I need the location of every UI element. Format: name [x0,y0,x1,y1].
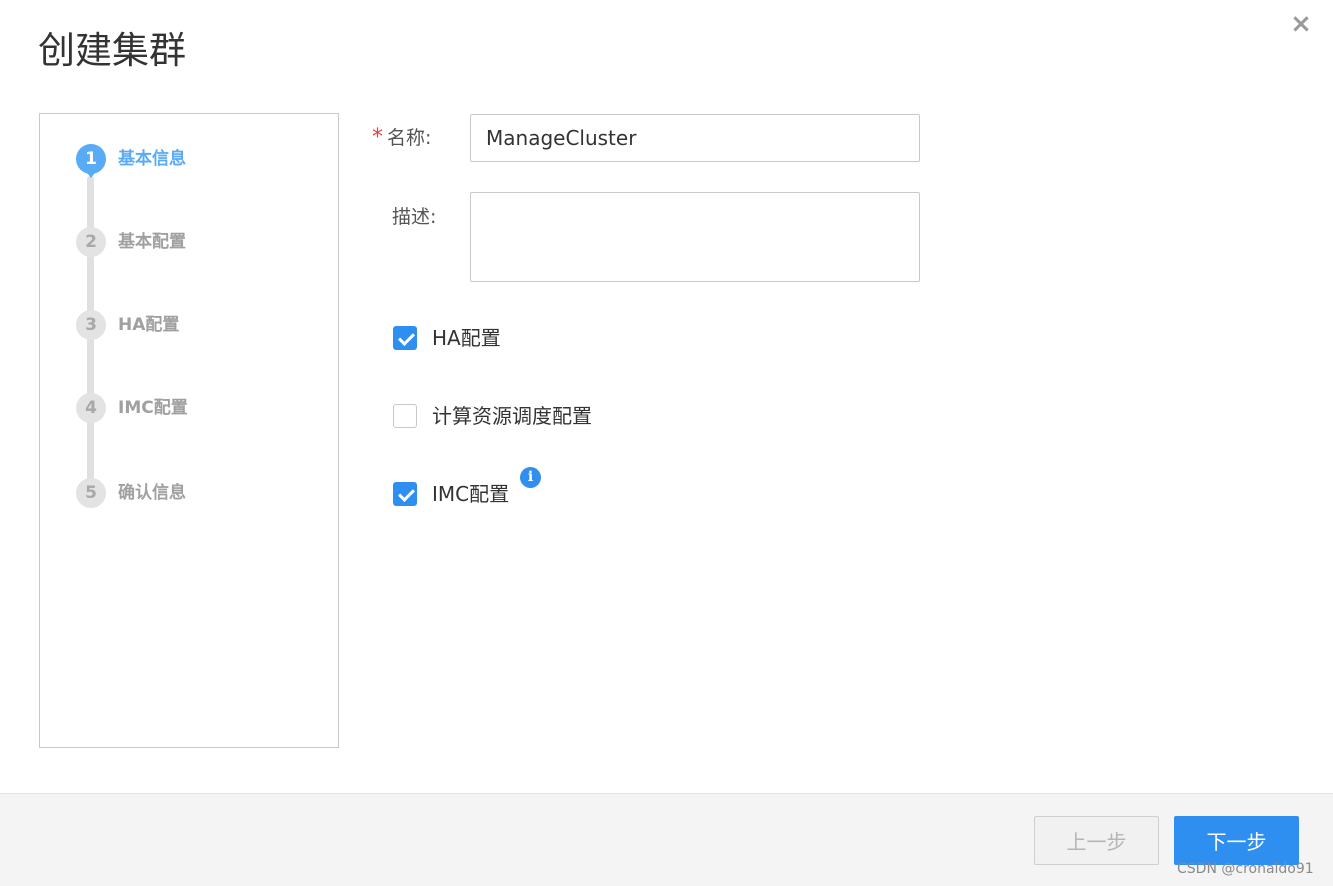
step-number-badge: 3 [76,310,106,340]
required-asterisk: * [372,125,383,150]
compute-scheduling-checkbox[interactable] [393,404,417,428]
imc-config-checkbox[interactable] [393,482,417,506]
dialog-footer: 上一步 下一步 [0,793,1333,886]
next-step-button[interactable]: 下一步 [1174,816,1299,865]
previous-step-button[interactable]: 上一步 [1034,816,1159,865]
steps-panel: 1 基本信息 2 基本配置 3 HA配置 4 IMC配置 5 确认信息 [39,113,339,748]
info-icon[interactable]: i [520,467,541,488]
description-label: 描述: [392,206,437,228]
watermark: CSDN @cronaldo91 [1177,861,1314,877]
step-number-badge: 2 [76,227,106,257]
name-label-text: 名称: [387,127,432,149]
compute-scheduling-checkbox-label[interactable]: 计算资源调度配置 [432,403,592,429]
step-label: 确认信息 [118,483,186,503]
close-icon[interactable]: × [1287,10,1315,38]
create-cluster-dialog: 创建集群 × 1 基本信息 2 基本配置 3 HA配置 4 IMC配置 5 确认… [0,0,1333,886]
step-number-badge: 4 [76,393,106,423]
step-label: 基本配置 [118,232,186,252]
step-number-badge: 5 [76,478,106,508]
step-label: HA配置 [118,315,180,335]
name-label: * 名称: [372,125,431,151]
description-textarea[interactable] [470,192,920,282]
step-label: 基本信息 [118,149,186,169]
imc-config-checkbox-label[interactable]: IMC配置 [432,481,509,507]
dialog-title: 创建集群 [38,29,186,72]
name-input[interactable] [470,114,920,162]
step-number-badge: 1 [76,144,106,178]
ha-config-checkbox[interactable] [393,326,417,350]
step-label: IMC配置 [118,398,188,418]
ha-config-checkbox-label[interactable]: HA配置 [432,325,501,351]
